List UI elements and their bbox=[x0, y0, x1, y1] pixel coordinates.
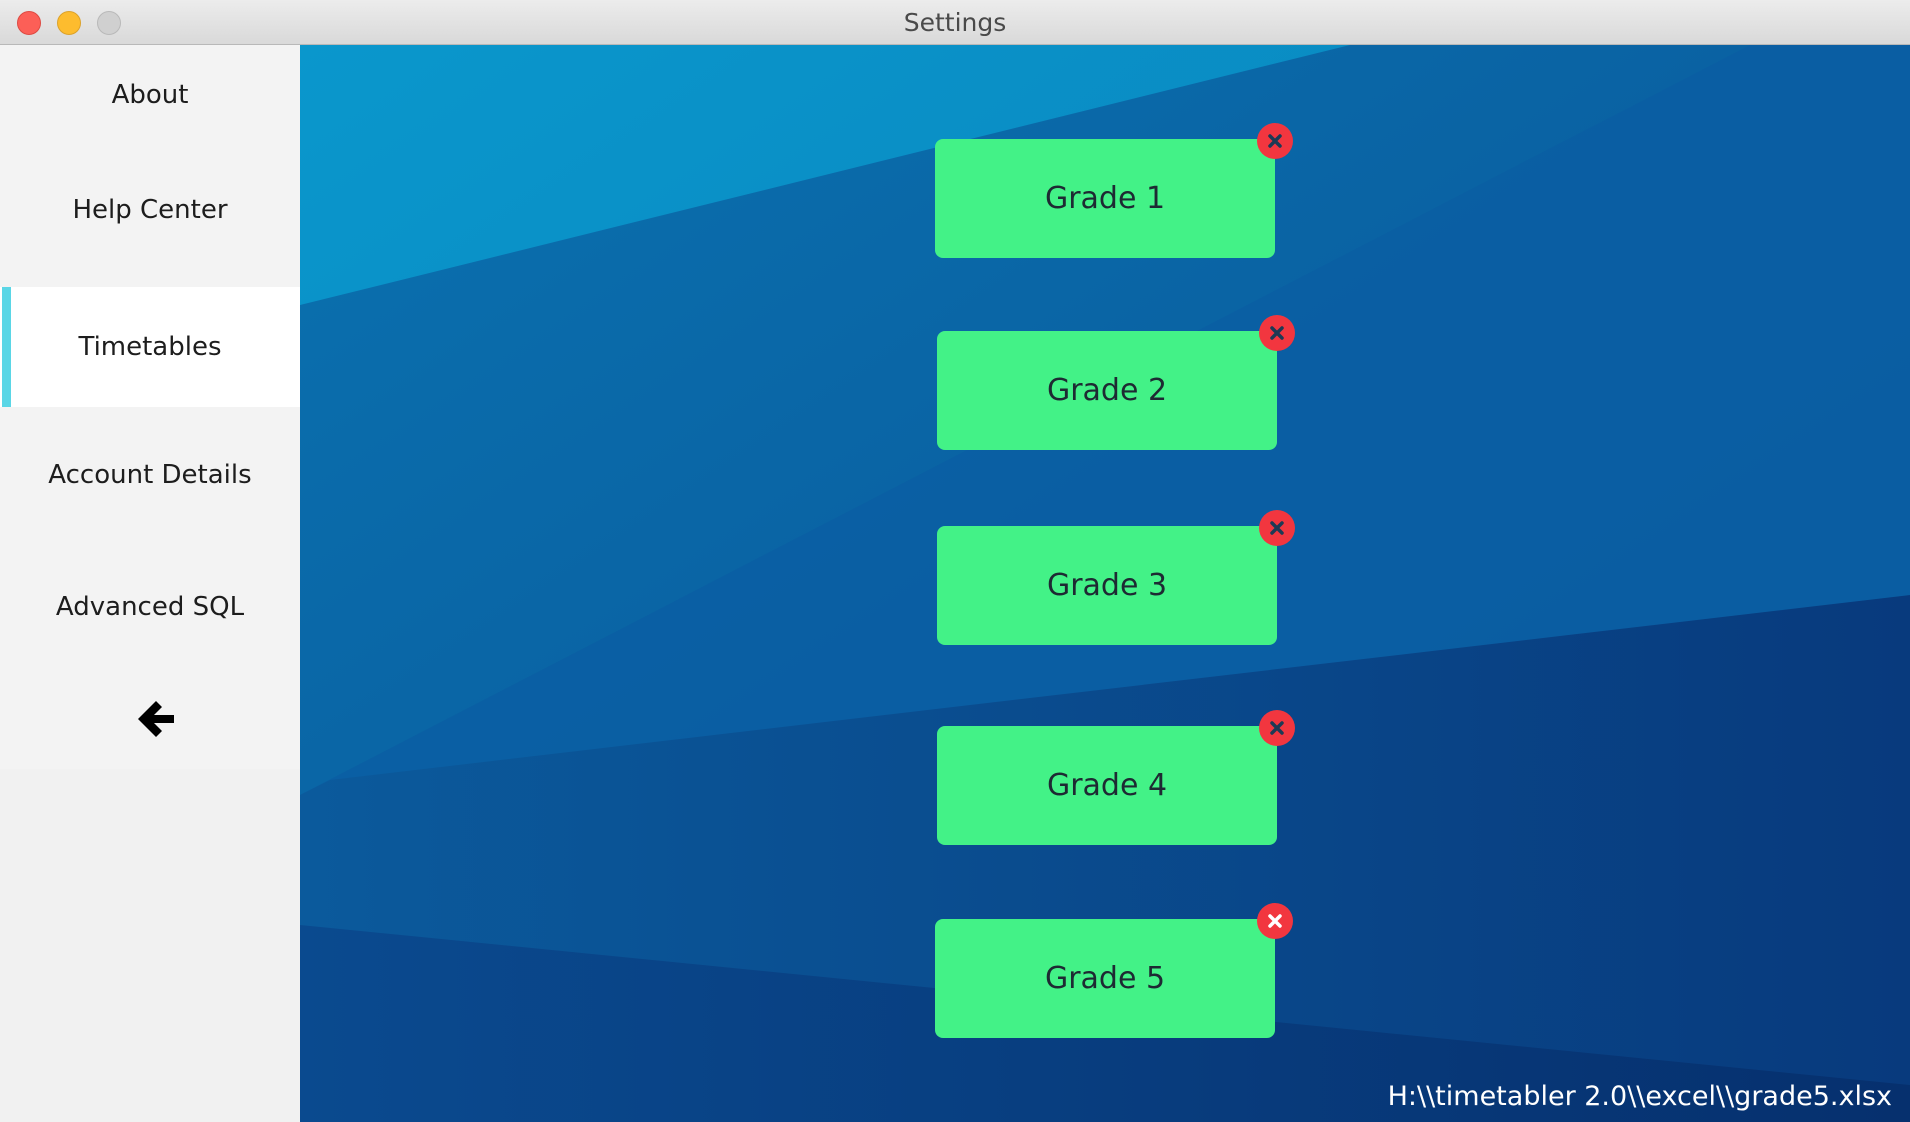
sidebar-item-about[interactable]: About bbox=[0, 45, 300, 145]
window-title: Settings bbox=[903, 8, 1007, 37]
sidebar-item-timetables[interactable]: Timetables bbox=[0, 287, 300, 407]
settings-window: Settings About Help Center Timetables Ac… bbox=[0, 0, 1910, 1122]
grade-label: Grade 5 bbox=[1044, 961, 1166, 996]
grade-button-4[interactable]: Grade 4 bbox=[937, 726, 1277, 845]
remove-grade-4-icon[interactable] bbox=[1259, 710, 1295, 746]
remove-grade-2-icon[interactable] bbox=[1259, 315, 1295, 351]
close-icon bbox=[1270, 721, 1284, 735]
grade-button-2[interactable]: Grade 2 bbox=[937, 331, 1277, 450]
grade-label: Grade 4 bbox=[1046, 768, 1168, 803]
back-button[interactable] bbox=[132, 695, 182, 745]
sidebar: About Help Center Timetables Account Det… bbox=[0, 45, 300, 1122]
arrow-left-icon bbox=[138, 701, 174, 737]
sidebar-item-label: Account Details bbox=[48, 460, 252, 490]
grade-label: Grade 2 bbox=[1046, 373, 1168, 408]
sidebar-item-help-center[interactable]: Help Center bbox=[0, 160, 300, 260]
title-bar: Settings bbox=[0, 0, 1910, 45]
grade-label: Grade 1 bbox=[1044, 181, 1166, 216]
remove-grade-3-icon[interactable] bbox=[1259, 510, 1295, 546]
close-icon bbox=[1270, 326, 1284, 340]
sidebar-item-account-details[interactable]: Account Details bbox=[0, 425, 300, 525]
sidebar-item-label: Help Center bbox=[72, 195, 228, 225]
close-icon bbox=[1270, 521, 1284, 535]
close-icon bbox=[1268, 914, 1282, 928]
file-path-label: H:\\timetabler 2.0\\excel\\grade5.xlsx bbox=[1387, 1081, 1892, 1112]
remove-grade-5-icon[interactable] bbox=[1257, 903, 1293, 939]
sidebar-item-label: Timetables bbox=[78, 332, 222, 362]
remove-grade-1-icon[interactable] bbox=[1257, 123, 1293, 159]
grade-button-1[interactable]: Grade 1 bbox=[935, 139, 1275, 258]
grade-button-5[interactable]: Grade 5 bbox=[935, 919, 1275, 1038]
close-icon bbox=[1268, 134, 1282, 148]
sidebar-item-label: Advanced SQL bbox=[55, 592, 245, 622]
sidebar-item-advanced-sql[interactable]: Advanced SQL bbox=[0, 557, 300, 657]
timetables-panel: Grade 1 Grade 2 Grade 3 Grade 4 Grade 5 … bbox=[300, 45, 1910, 1122]
grade-button-3[interactable]: Grade 3 bbox=[937, 526, 1277, 645]
sidebar-item-label: About bbox=[111, 80, 189, 110]
sidebar-empty-area bbox=[0, 769, 300, 1122]
grade-label: Grade 3 bbox=[1046, 568, 1168, 603]
